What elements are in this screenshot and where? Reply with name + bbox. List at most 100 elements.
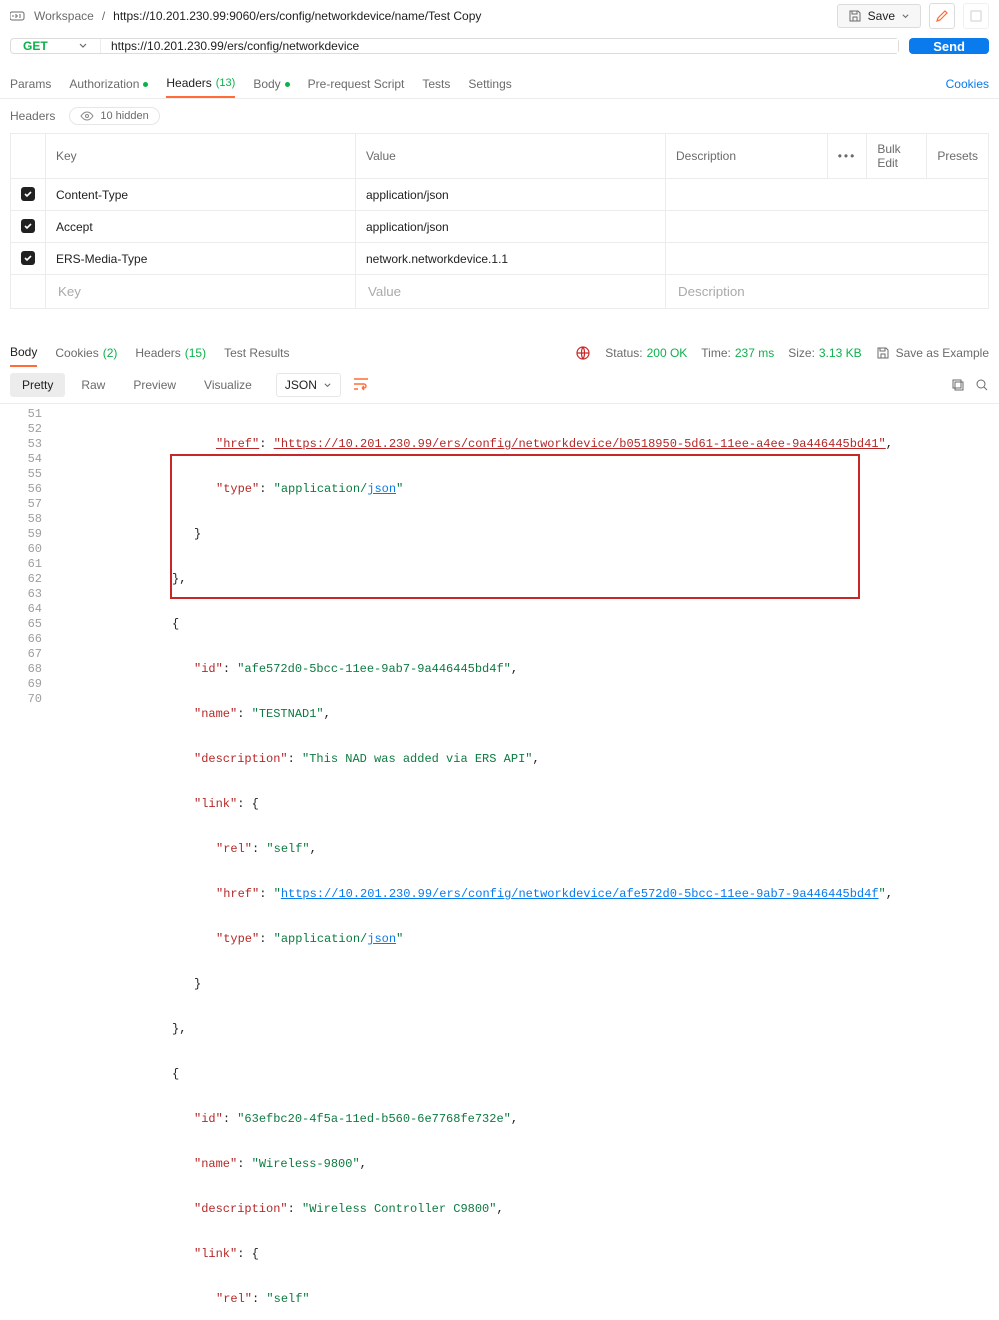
checkbox[interactable]	[21, 251, 35, 265]
toggle-hidden-headers[interactable]: 10 hidden	[69, 107, 159, 125]
new-value-input[interactable]	[366, 283, 655, 300]
presets-button[interactable]: Presets	[927, 134, 989, 179]
request-tabs: Params Authorization Headers (13) Body P…	[0, 64, 999, 99]
view-raw[interactable]: Raw	[69, 373, 117, 397]
language-select[interactable]: JSON	[276, 373, 341, 397]
tab-authorization[interactable]: Authorization	[69, 71, 148, 97]
tab-tests[interactable]: Tests	[422, 71, 450, 97]
resp-headers-label: Headers	[135, 346, 180, 360]
chevron-down-icon	[323, 381, 332, 390]
breadcrumb-workspace[interactable]: Workspace	[34, 9, 94, 23]
header-description[interactable]	[666, 243, 989, 275]
view-visualize[interactable]: Visualize	[192, 373, 264, 397]
line-gutter: 5152535455565758596061626364656667686970	[0, 404, 56, 1320]
square-icon	[969, 9, 983, 23]
copy-icon[interactable]	[951, 378, 965, 392]
http-method-select[interactable]: GET	[11, 39, 101, 53]
tab-authorization-label: Authorization	[69, 77, 139, 91]
save-as-example-button[interactable]: Save as Example	[876, 346, 989, 360]
tab-headers-label: Headers	[166, 76, 211, 90]
header-value[interactable]: application/json	[356, 179, 666, 211]
method-url-group: GET	[10, 38, 899, 54]
bulk-edit-button[interactable]: Bulk Edit	[867, 134, 927, 179]
col-description: Description	[666, 134, 828, 179]
resp-headers-count: (15)	[185, 346, 206, 360]
tab-body[interactable]: Body	[253, 71, 289, 97]
floppy-icon	[876, 346, 890, 360]
tab-settings[interactable]: Settings	[468, 71, 511, 97]
tab-headers-count: (13)	[216, 77, 236, 89]
extra-button[interactable]	[963, 3, 989, 29]
request-row: GET Send	[0, 32, 999, 64]
language-label: JSON	[285, 378, 317, 392]
breadcrumb-title[interactable]: https://10.201.230.99:9060/ers/config/ne…	[113, 9, 481, 23]
status-key: Status:	[605, 346, 642, 360]
header-value[interactable]: network.networkdevice.1.1	[356, 243, 666, 275]
tab-body-label: Body	[253, 77, 280, 91]
header-key[interactable]: Content-Type	[46, 179, 356, 211]
wrap-icon	[353, 377, 369, 391]
time-value: 237 ms	[735, 346, 774, 360]
checkbox[interactable]	[21, 187, 35, 201]
checkbox[interactable]	[21, 219, 35, 233]
tab-params[interactable]: Params	[10, 71, 51, 97]
send-label: Send	[933, 39, 965, 54]
globe-icon[interactable]	[575, 345, 591, 361]
status-dot-icon	[143, 82, 148, 87]
new-key-input[interactable]	[56, 283, 345, 300]
resp-tab-body[interactable]: Body	[10, 339, 37, 367]
header-value[interactable]: application/json	[356, 211, 666, 243]
headers-label: Headers	[10, 109, 55, 123]
headers-table: Key Value Description ••• Bulk Edit Pres…	[10, 133, 989, 309]
size-value: 3.13 KB	[819, 346, 862, 360]
chevron-down-icon	[78, 41, 88, 51]
view-preview[interactable]: Preview	[121, 373, 188, 397]
send-button[interactable]: Send	[909, 38, 989, 54]
header-description[interactable]	[666, 211, 989, 243]
resp-tab-cookies[interactable]: Cookies (2)	[55, 340, 117, 366]
floppy-icon	[848, 9, 862, 23]
code-content: "href": "https://10.201.230.99/ers/confi…	[56, 404, 999, 1320]
headers-sub-row: Headers 10 hidden	[0, 99, 999, 133]
view-mode-row: Pretty Raw Preview Visualize JSON	[0, 367, 999, 404]
save-label: Save	[868, 9, 895, 23]
size-key: Size:	[788, 346, 815, 360]
cookies-link[interactable]: Cookies	[946, 77, 989, 91]
breadcrumb: Workspace / https://10.201.230.99:9060/e…	[10, 9, 481, 23]
header-key[interactable]: ERS-Media-Type	[46, 243, 356, 275]
pencil-icon	[935, 9, 949, 23]
col-value: Value	[356, 134, 666, 179]
http-icon	[10, 10, 26, 22]
request-url-input[interactable]	[101, 39, 898, 53]
table-header-row: Key Value Description ••• Bulk Edit Pres…	[11, 134, 989, 179]
resp-tab-headers[interactable]: Headers (15)	[135, 340, 206, 366]
top-bar: Workspace / https://10.201.230.99:9060/e…	[0, 0, 999, 32]
chevron-down-icon	[901, 12, 910, 21]
table-new-row	[11, 275, 989, 309]
more-icon: •••	[838, 149, 857, 163]
table-row: Acceptapplication/json	[11, 211, 989, 243]
save-example-label: Save as Example	[896, 346, 989, 360]
edit-button[interactable]	[929, 3, 955, 29]
tab-headers[interactable]: Headers (13)	[166, 70, 235, 98]
breadcrumb-sep: /	[102, 9, 105, 23]
tab-prerequest[interactable]: Pre-request Script	[308, 71, 405, 97]
search-icon[interactable]	[975, 378, 989, 392]
resp-cookies-count: (2)	[103, 346, 118, 360]
table-row: Content-Typeapplication/json	[11, 179, 989, 211]
col-key: Key	[46, 134, 356, 179]
header-description[interactable]	[666, 179, 989, 211]
response-code[interactable]: 5152535455565758596061626364656667686970…	[0, 404, 999, 1320]
resp-cookies-label: Cookies	[55, 346, 98, 360]
save-button[interactable]: Save	[837, 4, 921, 28]
header-key[interactable]: Accept	[46, 211, 356, 243]
response-tabs: Body Cookies (2) Headers (15) Test Resul…	[0, 329, 999, 367]
new-description-input[interactable]	[676, 283, 978, 300]
status-value: 200 OK	[647, 346, 688, 360]
wrap-lines-button[interactable]	[353, 377, 369, 394]
view-pretty[interactable]: Pretty	[10, 373, 65, 397]
hidden-count: 10 hidden	[100, 110, 148, 122]
col-more[interactable]: •••	[827, 134, 867, 179]
status-dot-icon	[285, 82, 290, 87]
resp-tab-tests[interactable]: Test Results	[224, 340, 289, 366]
